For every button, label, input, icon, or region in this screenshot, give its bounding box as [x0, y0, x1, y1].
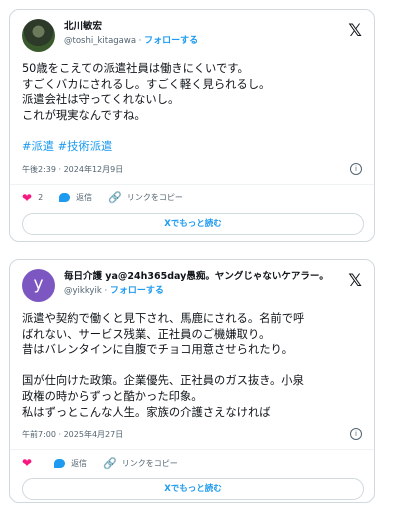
tweet-line: 派遣や契約で働くと見下され、馬鹿にされる。名前で呼 — [22, 312, 305, 325]
tweet-text: 派遣や契約で働くと見下され、馬鹿にされる。名前で呼 ばれない、サービス残業、正社… — [22, 311, 364, 420]
reply-icon — [54, 458, 66, 468]
copy-link-label: リンクをコピー — [121, 458, 178, 468]
avatar[interactable] — [22, 19, 55, 52]
timestamp[interactable]: 午後2:39 · 2024年12月9日 — [22, 165, 123, 174]
author-handle[interactable]: @toshi_kitagawa — [64, 36, 136, 46]
copy-link-button[interactable]: 🔗 リンクをコピー — [103, 457, 178, 470]
hashtags[interactable]: #派遣 #技術派遣 — [22, 139, 364, 155]
reply-label: 返信 — [71, 458, 88, 468]
copy-link-button[interactable]: 🔗 リンクをコピー — [108, 191, 183, 204]
read-more-button[interactable]: Xでもっと読む — [22, 478, 364, 501]
separator-dot: · — [104, 286, 108, 296]
tweet-line: すごくバカにされるし。すごく軽く見られるし。 — [22, 77, 271, 91]
reply-button[interactable]: 返信 — [54, 458, 87, 469]
info-icon[interactable]: i — [350, 428, 362, 441]
link-icon: 🔗 — [103, 456, 117, 470]
copy-link-label: リンクをコピー — [126, 193, 183, 203]
avatar[interactable]: y — [22, 269, 55, 302]
heart-icon: ❤ — [22, 456, 33, 471]
tweet-text: 50歳をこえての派遣社員は働きにくいです。 すごくバカにされるし。すごく軽く見ら… — [22, 61, 364, 155]
reply-icon — [59, 193, 71, 203]
follow-button[interactable]: フォローする — [110, 286, 164, 296]
tweet-line: これが現実なんですね。 — [22, 108, 146, 122]
read-more-button[interactable]: Xでもっと読む — [22, 212, 364, 235]
reply-label: 返信 — [76, 193, 93, 203]
author-name[interactable]: 北川敏宏 — [64, 20, 198, 34]
heart-icon: ❤ — [22, 190, 33, 205]
link-icon: 🔗 — [108, 191, 122, 205]
separator-dot: · — [138, 36, 142, 46]
tweet-line: 私はずっとこんな人生。家族の介護さえなければ — [22, 405, 271, 419]
like-count: 2 — [38, 193, 44, 203]
tweet-line: 国が仕向けた政策。企業優先、正社員のガス抜き。小泉 — [22, 374, 304, 388]
like-button[interactable]: ❤ — [22, 456, 38, 470]
tweet-line: 派遣会社は守ってくれないし。 — [22, 93, 180, 107]
timestamp[interactable]: 午前7:00 · 2025年4月27日 — [22, 430, 123, 439]
x-logo-icon[interactable]: 𝕏 — [348, 23, 362, 40]
info-icon[interactable]: i — [350, 162, 362, 175]
follow-button[interactable]: フォローする — [144, 36, 198, 46]
tweet-card[interactable]: y 毎日介護 ya@24h365day愚痴。ヤングじゃないケアラー。 @yikk… — [9, 259, 375, 503]
tweet-line: 昔はバレンタインに自腹でチョコ用意させられたり。 — [22, 343, 293, 357]
author-name[interactable]: 毎日介護 ya@24h365day愚痴。ヤングじゃないケアラー。 — [64, 270, 329, 284]
author-handle[interactable]: @yikkyik — [64, 286, 102, 296]
like-button[interactable]: ❤ 2 — [22, 191, 43, 205]
reply-button[interactable]: 返信 — [59, 192, 92, 203]
x-logo-icon[interactable]: 𝕏 — [348, 273, 362, 290]
tweet-card[interactable]: 北川敏宏 @toshi_kitagawa · フォローする 𝕏 50歳をこえての… — [9, 9, 375, 242]
tweet-line: ばれない、サービス残業、正社員のご機嫌取り。 — [22, 327, 271, 341]
tweet-line: 50歳をこえての派遣社員は働きにくいです。 — [22, 62, 249, 75]
tweet-line: 政権の時からずっと酷かった印象。 — [22, 389, 203, 403]
